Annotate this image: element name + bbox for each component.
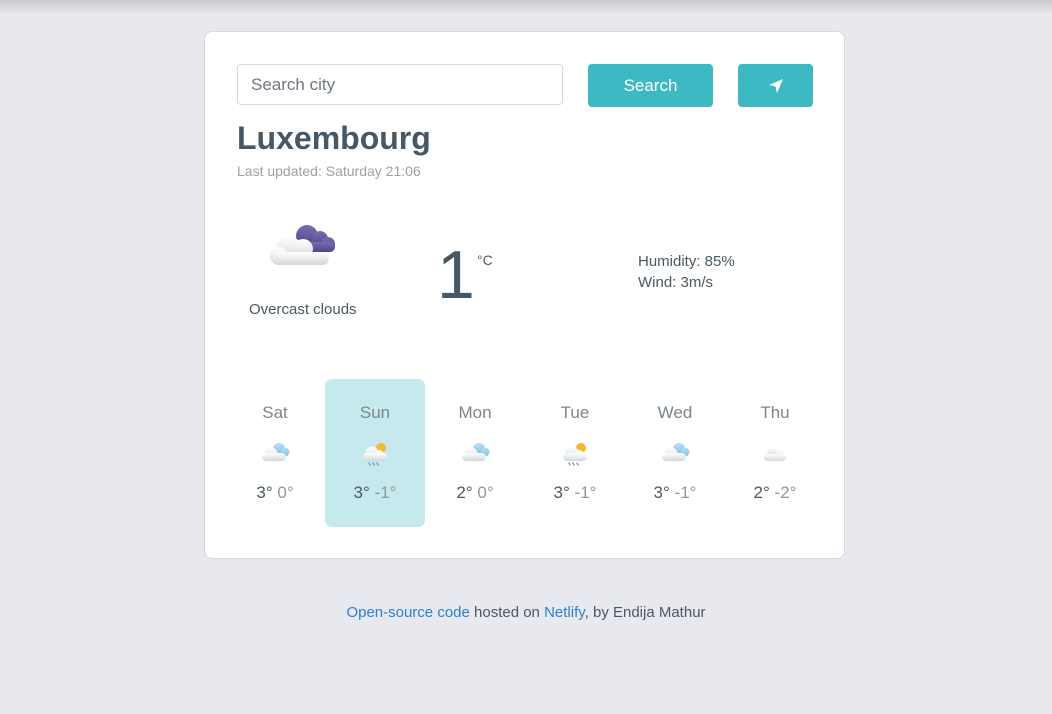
forecast-temps: 2° -2° bbox=[725, 483, 825, 503]
forecast-day[interactable]: Mon 2° 0° bbox=[425, 379, 525, 527]
light-rain-cloud-icon bbox=[662, 443, 690, 461]
sun-cloud-rain-icon bbox=[563, 443, 587, 466]
forecast-temps: 3° -1° bbox=[625, 483, 725, 503]
cloud-icon bbox=[764, 447, 786, 461]
forecast-max: 3° bbox=[353, 483, 370, 502]
forecast-min: 0° bbox=[277, 483, 294, 502]
forecast-temps: 3° -1° bbox=[325, 483, 425, 503]
forecast-max: 3° bbox=[653, 483, 670, 502]
search-button[interactable]: Search bbox=[588, 64, 713, 107]
forecast-min: -1° bbox=[574, 483, 597, 502]
forecast-min: -1° bbox=[374, 483, 397, 502]
weather-details: Humidity: 85% Wind: 3m/s bbox=[638, 251, 735, 293]
light-rain-cloud-icon bbox=[462, 443, 490, 461]
forecast-day[interactable]: Thu 2° -2° bbox=[725, 379, 825, 527]
humidity: Humidity: 85% bbox=[638, 253, 735, 270]
forecast: Sat 3° 0° Sun 3° -1° Mon 2° 0° Tue 3° -1… bbox=[225, 379, 825, 527]
wind: Wind: 3m/s bbox=[638, 274, 714, 291]
forecast-day-name: Sat bbox=[262, 403, 288, 422]
sun-cloud-rain-icon bbox=[363, 443, 387, 466]
footer: Open-source code hosted on Netlify, by E… bbox=[0, 604, 1052, 621]
forecast-temps: 3° 0° bbox=[225, 483, 325, 503]
forecast-min: 0° bbox=[477, 483, 494, 502]
forecast-day-name: Mon bbox=[458, 403, 492, 422]
current-temperature: 1 bbox=[437, 237, 475, 313]
netlify-link[interactable]: Netlify bbox=[544, 604, 585, 621]
footer-text: hosted on bbox=[469, 604, 545, 621]
forecast-temps: 3° -1° bbox=[525, 483, 625, 503]
light-rain-cloud-icon bbox=[262, 443, 290, 461]
search-input[interactable] bbox=[237, 64, 563, 105]
source-code-link[interactable]: Open-source code bbox=[346, 604, 469, 621]
last-updated: Last updated: Saturday 21:06 bbox=[237, 163, 421, 179]
overcast-clouds-icon bbox=[270, 225, 335, 265]
forecast-day[interactable]: Sun 3° -1° bbox=[325, 379, 425, 527]
forecast-day-name: Thu bbox=[760, 403, 790, 422]
forecast-day-name: Sun bbox=[359, 403, 391, 422]
location-arrow-icon bbox=[768, 78, 783, 93]
weather-description: Overcast clouds bbox=[249, 301, 357, 318]
forecast-day[interactable]: Wed 3° -1° bbox=[625, 379, 725, 527]
forecast-day[interactable]: Tue 3° -1° bbox=[525, 379, 625, 527]
forecast-max: 2° bbox=[456, 483, 473, 502]
city-name: Luxembourg bbox=[237, 120, 431, 156]
weather-card: Search Luxembourg Last updated: Saturday… bbox=[204, 31, 845, 559]
temperature-unit: °C bbox=[477, 252, 493, 268]
forecast-day[interactable]: Sat 3° 0° bbox=[225, 379, 325, 527]
forecast-max: 3° bbox=[256, 483, 273, 502]
forecast-day-name: Wed bbox=[657, 403, 693, 422]
forecast-day-name: Tue bbox=[560, 403, 590, 422]
top-shadow bbox=[0, 0, 1052, 14]
forecast-max: 3° bbox=[553, 483, 570, 502]
locate-button[interactable] bbox=[738, 64, 813, 107]
forecast-max: 2° bbox=[753, 483, 770, 502]
forecast-min: -1° bbox=[674, 483, 697, 502]
forecast-temps: 2° 0° bbox=[425, 483, 525, 503]
footer-author: , by Endija Mathur bbox=[584, 604, 706, 621]
forecast-min: -2° bbox=[774, 483, 797, 502]
